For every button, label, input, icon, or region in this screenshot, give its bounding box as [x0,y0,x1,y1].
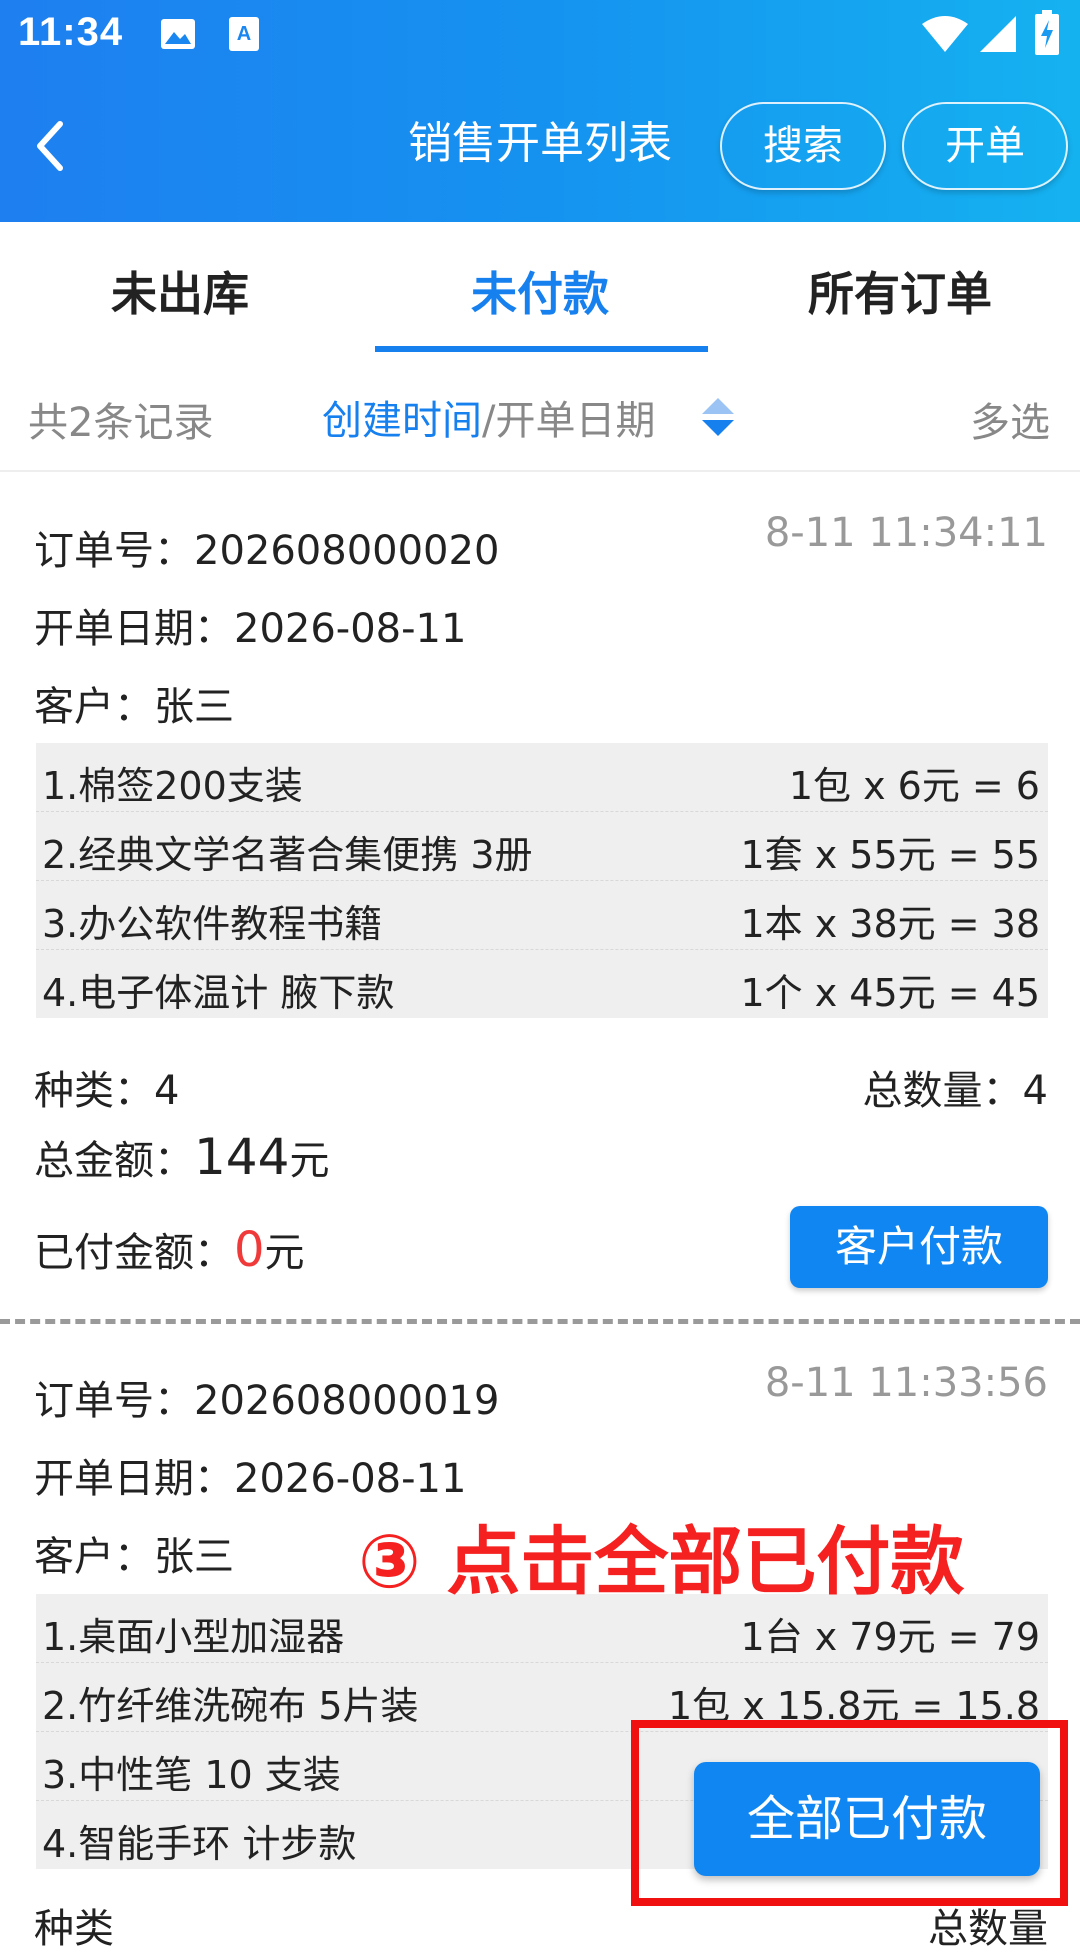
item-name: 2.竹纤维洗碗布 5片装 [42,1684,419,1728]
status-time: 11:34 [18,10,124,54]
order-customer: 客户：张三 [34,684,234,730]
tab-all-orders[interactable]: 所有订单 [720,258,1080,324]
total-amount-value: 144 [194,1128,290,1186]
item-list: 1.棉签200支装 1包 x 6元 = 6 2.经典文学名著合集便携 3册 1套 x… [36,743,1048,1018]
sort-created-time[interactable]: 创建时间 [322,398,482,444]
total-quantity: 总数量：4 [862,1068,1048,1114]
all-paid-button[interactable]: 全部已付款 [694,1762,1040,1876]
signal-icon [980,16,1016,52]
kinds-count: 种类 [34,1906,114,1952]
order-time: 8-11 11:34:11 [764,510,1048,556]
item-name: 4.智能手环 计步款 [42,1822,357,1866]
page-title: 销售开单列表 [408,118,672,169]
item-price: 1台 x 79元 = 79 [740,1615,1040,1659]
order-date: 开单日期：2026-08-11 [34,1456,467,1502]
list-item: 2.经典文学名著合集便携 3册 1套 x 55元 = 55 [36,812,1048,881]
total-amount-unit: 元 [289,1138,330,1184]
total-amount: 总金额：144元 [34,1128,329,1186]
tab-unpaid[interactable]: 未付款 [360,258,720,324]
record-count: 共2条记录 [28,400,214,446]
battery-icon [1035,10,1059,55]
svg-text:A: A [237,23,251,45]
tab-not-shipped[interactable]: 未出库 [0,258,360,324]
sort-arrows-icon[interactable] [700,394,736,440]
tutorial-annotation: ③ 点击全部已付款 [358,1519,965,1605]
paid-amount-label: 已付金额： [34,1230,234,1276]
filter-bar: 共2条记录 创建时间/开单日期 多选 [0,352,1080,472]
order-number: 订单号：202608000019 [34,1378,500,1424]
list-item: 3.办公软件教程书籍 1本 x 38元 = 38 [36,881,1048,950]
order-date: 开单日期：2026-08-11 [34,606,467,652]
tab-bar: 未出库 未付款 所有订单 [0,222,1080,352]
item-price: 1包 x 6元 = 6 [788,764,1040,808]
paid-amount-unit: 元 [264,1230,305,1276]
app-header: 11:34 A 销售开单列表 搜索 开单 [0,0,1080,222]
item-price: 1本 x 38元 = 38 [740,902,1040,946]
item-name: 3.办公软件教程书籍 [42,902,383,946]
customer-pay-button[interactable]: 客户付款 [790,1206,1048,1288]
image-notification-icon [161,19,195,49]
status-bar: 11:34 A [0,0,1080,72]
kinds-count: 种类：4 [34,1068,180,1114]
search-button[interactable]: 搜索 [720,102,886,190]
order-time: 8-11 11:33:56 [764,1360,1048,1406]
item-name: 3.中性笔 10 支装 [42,1753,341,1797]
order-divider [0,1319,1080,1324]
item-price: 1个 x 45元 = 45 [740,971,1040,1015]
font-notification-icon: A [229,17,259,51]
paid-amount: 已付金额：0元 [34,1220,305,1278]
wifi-icon [922,16,968,52]
order-customer: 客户：张三 [34,1534,234,1580]
order-number: 订单号：202608000020 [34,528,500,574]
item-name: 2.经典文学名著合集便携 3册 [42,833,533,877]
sort-order-date[interactable]: /开单日期 [482,398,655,444]
create-order-button[interactable]: 开单 [902,102,1068,190]
multi-select-button[interactable]: 多选 [970,390,1050,448]
list-item: 4.电子体温计 腋下款 1个 x 45元 = 45 [36,950,1048,1018]
item-name: 4.电子体温计 腋下款 [42,971,395,1015]
item-price: 1套 x 55元 = 55 [740,833,1040,877]
paid-amount-value: 0 [234,1222,265,1278]
total-amount-label: 总金额： [34,1138,194,1184]
item-name: 1.桌面小型加湿器 [42,1615,345,1659]
list-item: 1.棉签200支装 1包 x 6元 = 6 [36,743,1048,812]
item-name: 1.棉签200支装 [42,764,303,808]
back-arrow-icon[interactable] [30,118,74,174]
sort-selector[interactable]: 创建时间/开单日期 [322,388,655,446]
